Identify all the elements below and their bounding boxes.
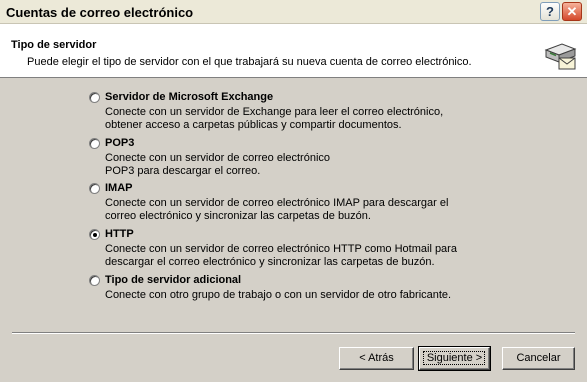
radio-http[interactable] — [89, 229, 100, 240]
option-description: Conecte con otro grupo de trabajo o con … — [105, 289, 485, 302]
separator — [12, 332, 575, 334]
option-desc-line2: obtener acceso a carpetas públicas y com… — [105, 119, 402, 131]
option-description: Conecte con un servidor de correo electr… — [105, 243, 485, 269]
next-button[interactable]: Siguiente > — [418, 346, 491, 371]
focus-rect — [423, 351, 485, 365]
back-button[interactable]: < Atrás — [339, 347, 414, 370]
option-description: Conecte con un servidor de correo electr… — [105, 197, 485, 223]
option-desc-line1: Conecte con un servidor de correo electr… — [105, 243, 457, 255]
radio-pop3[interactable] — [89, 138, 100, 149]
close-button[interactable]: ✕ — [562, 2, 582, 21]
option-desc-line1: Conecte con un servidor de correo electr… — [105, 197, 449, 209]
option-desc-line2: descargar el correo electrónico y sincro… — [105, 256, 435, 268]
option-desc-line1: Conecte con un servidor de correo electr… — [105, 152, 331, 164]
window-title: Cuentas de correo electrónico — [6, 5, 194, 20]
option-desc-line2: POP3 para descargar el correo. — [105, 165, 261, 177]
option-desc-line1: Conecte con otro grupo de trabajo o con … — [105, 289, 452, 301]
title-bar: Cuentas de correo electrónico ? ✕ — [0, 0, 587, 24]
radio-exchange[interactable] — [89, 92, 100, 103]
option-description: Conecte con un servidor de Exchange para… — [105, 106, 485, 132]
option-label[interactable]: Tipo de servidor adicional — [105, 274, 241, 286]
option-label[interactable]: Servidor de Microsoft Exchange — [105, 91, 273, 103]
wizard-header: Tipo de servidor Puede elegir el tipo de… — [0, 24, 587, 78]
mail-server-icon — [544, 43, 577, 70]
help-button[interactable]: ? — [540, 2, 560, 21]
option-desc-line2: correo electrónico y sincronizar las car… — [105, 210, 371, 222]
header-subtitle: Puede elegir el tipo de servidor con el … — [27, 56, 472, 68]
radio-selected-dot — [93, 233, 97, 237]
radio-imap[interactable] — [89, 183, 100, 194]
header-title: Tipo de servidor — [11, 39, 97, 51]
option-label[interactable]: HTTP — [105, 228, 134, 240]
cancel-button[interactable]: Cancelar — [502, 347, 575, 370]
option-label[interactable]: POP3 — [105, 137, 134, 149]
option-label[interactable]: IMAP — [105, 182, 133, 194]
option-desc-line1: Conecte con un servidor de Exchange para… — [105, 106, 444, 118]
radio-additional[interactable] — [89, 275, 100, 286]
option-description: Conecte con un servidor de correo electr… — [105, 152, 485, 178]
